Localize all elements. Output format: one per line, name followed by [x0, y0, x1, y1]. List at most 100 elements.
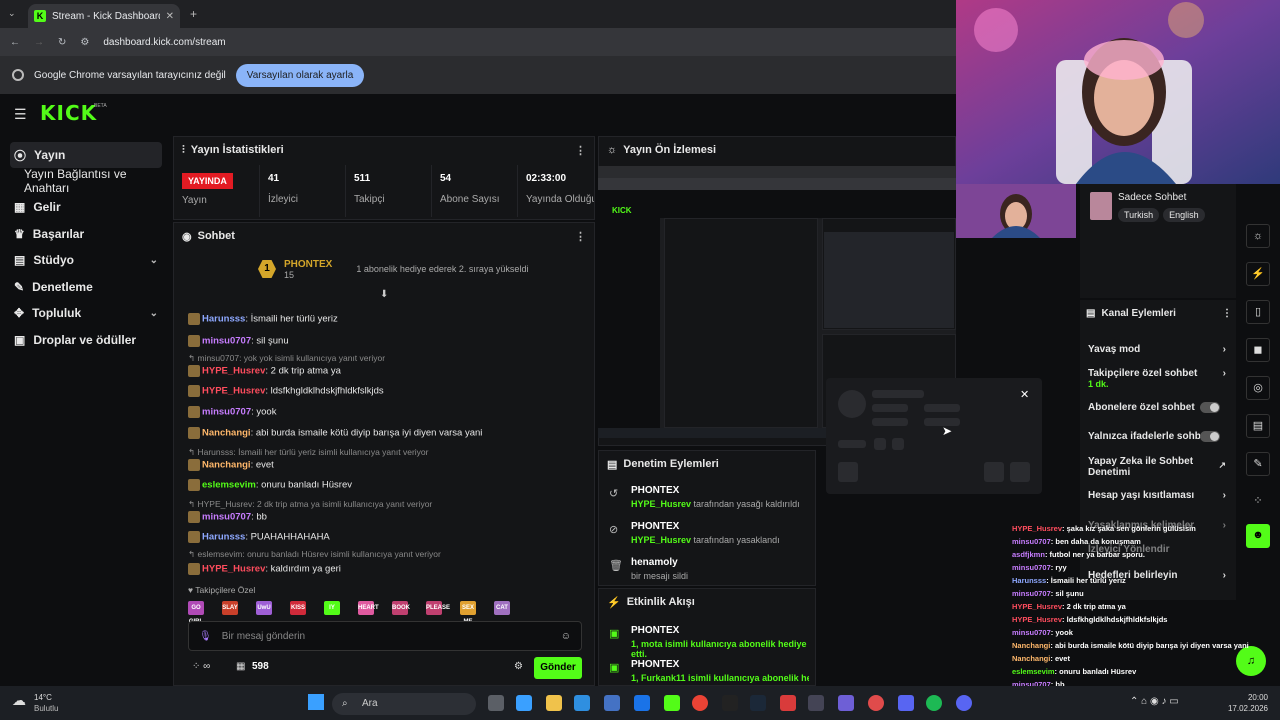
taskbar-search[interactable]: Ara — [332, 693, 476, 715]
chat-username[interactable]: minsu0707 — [202, 512, 251, 523]
send-button[interactable]: Gönder — [534, 657, 582, 679]
emote[interactable]: SEX ME — [460, 601, 476, 625]
app-icon[interactable] — [838, 695, 854, 711]
chat-username[interactable]: HYPE_Husrev — [202, 386, 265, 397]
lightning-icon[interactable]: ⚡ — [1246, 262, 1270, 286]
new-tab-icon[interactable]: + — [190, 7, 197, 21]
chat-settings-icon[interactable]: ⚙ — [514, 661, 523, 672]
forward-icon[interactable]: → — [34, 37, 44, 48]
reload-icon[interactable]: ↻ — [58, 37, 66, 48]
mod-action-user[interactable]: PHONTEX — [631, 521, 809, 532]
account-age-item[interactable]: Hesap yaşı kısıtlaması › — [1088, 490, 1228, 501]
mod-action-user[interactable]: PHONTEX — [631, 485, 809, 496]
event-user[interactable]: PHONTEX — [631, 659, 809, 670]
subscribers-only-toggle[interactable] — [1200, 402, 1220, 413]
emote[interactable]: HEART — [358, 601, 379, 615]
task-view-icon[interactable] — [488, 695, 504, 711]
set-default-button[interactable]: Varsayılan olarak ayarla — [235, 63, 365, 87]
wrench-icon[interactable]: ✎ — [1246, 452, 1270, 476]
sidebar-item-studio[interactable]: ▤ Stüdyo ⌄ — [10, 247, 162, 273]
slow-mode-item[interactable]: Yavaş mod › — [1088, 344, 1228, 355]
sidebar-item-moderation[interactable]: ✎ Denetleme — [10, 274, 162, 300]
mod-action-target[interactable]: HYPE_Husrev — [631, 499, 691, 509]
scroll-down-icon[interactable]: ⬇ — [380, 289, 388, 300]
obs-icon[interactable] — [868, 695, 884, 711]
copilot-icon[interactable] — [516, 695, 532, 711]
chat-username[interactable]: Nanchangi — [202, 428, 251, 439]
app-icon[interactable] — [808, 695, 824, 711]
sidebar-item-stream-key[interactable]: Yayın Bağlantısı ve Anahtarı — [10, 167, 162, 195]
overlay-text: yook — [1055, 628, 1073, 637]
sidebar-item-community[interactable]: ✥ Topluluk ⌄ — [10, 300, 162, 326]
mic-icon[interactable]: 🎙 — [199, 631, 212, 642]
community-icon[interactable]: ⁘ — [1246, 490, 1270, 514]
tray-icons[interactable]: ⌃ ⌂ ◉ ♪ ▭ — [1130, 696, 1179, 707]
close-tab-icon[interactable]: ✕ — [166, 11, 174, 22]
chat-username[interactable]: Harunsss — [202, 532, 245, 543]
bot-icon[interactable]: ☻ — [1246, 524, 1270, 548]
chat-username[interactable]: HYPE_Husrev — [202, 366, 265, 377]
spotify-icon[interactable] — [926, 695, 942, 711]
sidebar-item-drops[interactable]: ▣ Droplar ve ödüller — [10, 327, 162, 353]
close-icon[interactable]: ✕ — [1020, 388, 1029, 401]
emote[interactable]: PLEASE — [426, 601, 450, 615]
chat-username[interactable]: eslemsevim — [202, 480, 256, 491]
chat-username[interactable]: HYPE_Husrev — [202, 564, 265, 575]
chat-bubble-icon[interactable]: ◼ — [1246, 338, 1270, 362]
steam-icon[interactable] — [750, 695, 766, 711]
mod-action-user[interactable]: henamoly — [631, 557, 809, 568]
more-icon[interactable]: ⋮ — [575, 230, 586, 243]
overlay-chat-line: HYPE_Husrev: ldsfkhgldklhdskjfhldkfslkjd… — [1012, 615, 1168, 624]
chat-username[interactable]: Harunsss — [202, 314, 245, 325]
start-icon[interactable] — [308, 694, 324, 710]
event-user[interactable]: PHONTEX — [631, 625, 809, 636]
followers-only-item[interactable]: Takipçilere özel sohbet 1 dk. › — [1088, 368, 1228, 389]
camera-icon[interactable]: ☼ — [1246, 224, 1270, 248]
sidebar-item-achievements[interactable]: ♛ Başarılar — [10, 221, 162, 247]
chat-text: : yook — [251, 406, 277, 418]
tab-list-icon[interactable]: ⌄ — [8, 8, 16, 19]
kick-logo[interactable]: KICK — [40, 101, 97, 125]
emote[interactable]: UwU — [256, 601, 272, 615]
kick-header — [0, 94, 960, 134]
chat-username[interactable]: minsu0707 — [202, 407, 251, 418]
chrome-app-icon[interactable] — [692, 695, 708, 711]
sidebar-item-stream[interactable]: ⦿ Yayın — [10, 142, 162, 168]
app-icon[interactable] — [898, 695, 914, 711]
file-explorer-icon[interactable] — [546, 695, 562, 711]
gifter-name[interactable]: PHONTEX — [284, 259, 332, 270]
emote[interactable]: IY — [324, 601, 340, 615]
back-icon[interactable]: ← — [10, 37, 20, 48]
site-info-icon[interactable]: ⚙ — [80, 37, 89, 48]
chat-users-icon[interactable]: ⁘ ∞ — [192, 661, 210, 672]
epic-games-icon[interactable] — [722, 695, 738, 711]
browser-tab[interactable]: K Stream - Kick Dashboard ✕ — [28, 4, 180, 28]
emote[interactable]: CAT — [494, 601, 510, 615]
emote[interactable]: BOOK — [392, 601, 410, 615]
broadcast-icon[interactable]: ◎ — [1246, 376, 1270, 400]
more-icon[interactable]: ⋮ — [575, 144, 586, 157]
support-icon[interactable]: ♫ — [1236, 646, 1266, 676]
edge-icon[interactable] — [574, 695, 590, 711]
outlook-icon[interactable] — [634, 695, 650, 711]
emotes-only-toggle[interactable] — [1200, 431, 1220, 442]
kick-app-icon[interactable] — [664, 695, 680, 711]
chat-username[interactable]: Nanchangi — [202, 460, 251, 471]
chat-username[interactable]: minsu0707 — [202, 336, 251, 347]
ai-moderation-item[interactable]: Yapay Zeka ile Sohbet Denetimi ↗ — [1088, 456, 1226, 478]
emote[interactable]: GO GIRL — [188, 601, 204, 625]
url-field[interactable]: dashboard.kick.com/stream — [103, 37, 225, 48]
emote[interactable]: KISS — [290, 601, 306, 615]
more-icon[interactable]: ⋮ — [1222, 308, 1232, 319]
chat-input[interactable]: 🎙 Bir mesaj gönderin ☺ — [188, 621, 582, 651]
menu-icon[interactable]: ☰ — [14, 106, 27, 123]
storage-icon[interactable]: ▤ — [1246, 414, 1270, 438]
app-icon[interactable] — [780, 695, 796, 711]
discord-icon[interactable] — [956, 695, 972, 711]
sidebar-item-revenue[interactable]: ▦ Gelir — [10, 194, 162, 220]
emote[interactable]: SLAY — [222, 601, 238, 615]
clipboard-icon[interactable]: ▯ — [1246, 300, 1270, 324]
store-icon[interactable] — [604, 695, 620, 711]
mod-action-target[interactable]: HYPE_Husrev — [631, 535, 691, 545]
emoji-icon[interactable]: ☺ — [561, 631, 571, 642]
